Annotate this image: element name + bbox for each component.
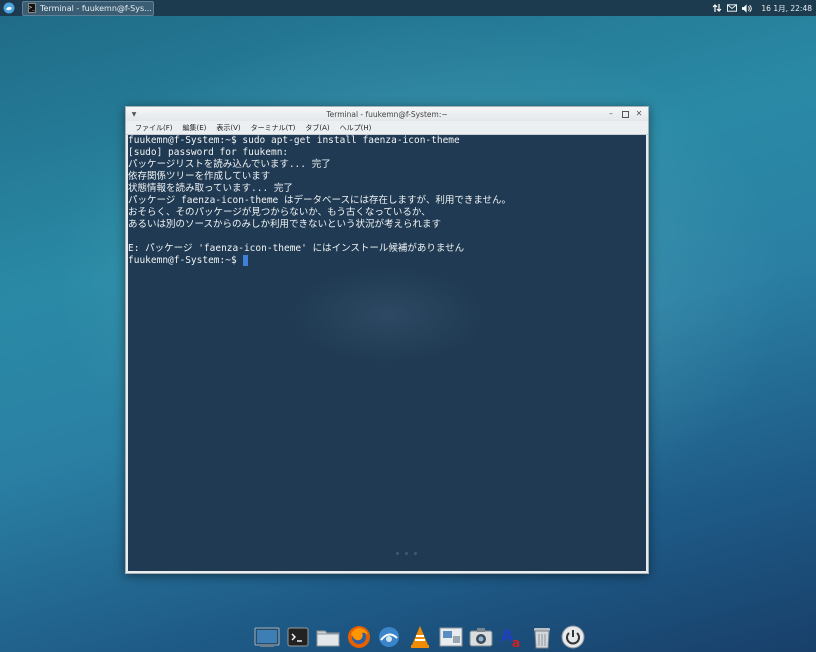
- network-arrows-icon[interactable]: [712, 3, 722, 13]
- firefox-icon[interactable]: [346, 624, 372, 650]
- terminal-line: パッケージ faenza-icon-theme はデータベースには存在しますが、…: [128, 195, 512, 206]
- terminal-line: 状態情報を読み取っています... 完了: [128, 183, 293, 194]
- terminal-cursor: [243, 255, 249, 266]
- whisker-menu-icon[interactable]: [2, 1, 16, 15]
- maximize-icon[interactable]: [620, 109, 630, 119]
- text-editor-icon[interactable]: Aa: [499, 624, 525, 650]
- file-manager-icon[interactable]: [315, 624, 341, 650]
- taskbar-terminal-label: Terminal - fuukemn@f-Sys...: [40, 3, 152, 13]
- network-icon[interactable]: [376, 624, 402, 650]
- minimize-icon[interactable]: –: [606, 109, 616, 119]
- close-icon[interactable]: ✕: [634, 109, 644, 119]
- menu-view[interactable]: 表示(V): [211, 123, 245, 133]
- dock: Aa: [250, 621, 590, 652]
- terminal-line: E: パッケージ 'faenza-icon-theme' にはインストール候補が…: [128, 243, 465, 254]
- clock[interactable]: 16 1月, 22:48: [761, 3, 812, 14]
- top-panel: >_ Terminal - fuukemn@f-Sys... 16 1月, 22…: [0, 0, 816, 16]
- volume-icon[interactable]: [742, 3, 753, 13]
- terminal-icon[interactable]: [285, 624, 311, 650]
- terminal-line: おそらく、そのパッケージが見つからないか、もう古くなっているか、: [128, 207, 431, 218]
- screenshot-icon[interactable]: [468, 624, 494, 650]
- vlc-icon[interactable]: [407, 624, 433, 650]
- menubar: ファイル(F) 編集(E) 表示(V) ターミナル(T) タブ(A) ヘルプ(H…: [126, 121, 648, 135]
- menu-tabs[interactable]: タブ(A): [300, 123, 334, 133]
- terminal-line: [sudo] password for fuukemn:: [128, 147, 289, 158]
- menu-terminal[interactable]: ターミナル(T): [246, 123, 301, 133]
- terminal-output[interactable]: fuukemn@f-System:~$ sudo apt-get install…: [128, 135, 646, 571]
- window-titlebar[interactable]: ▼ Terminal - fuukemn@f-System:~ – ✕: [126, 107, 648, 121]
- terminal-line: fuukemn@f-System:~$ sudo apt-get install…: [128, 135, 460, 146]
- terminal-line: あるいは別のソースからのみしか利用できないという状況が考えられます: [128, 219, 442, 230]
- show-desktop-icon[interactable]: [254, 624, 280, 650]
- window-title: Terminal - fuukemn@f-System:~: [326, 109, 448, 119]
- terminal-line: パッケージリストを読み込んでいます... 完了: [128, 159, 331, 170]
- mail-icon[interactable]: [727, 3, 738, 13]
- terminal-window[interactable]: ▼ Terminal - fuukemn@f-System:~ – ✕ ファイル…: [125, 106, 649, 574]
- image-viewer-icon[interactable]: [438, 624, 464, 650]
- system-tray: 16 1月, 22:48: [712, 3, 816, 14]
- svg-text:a: a: [512, 636, 520, 649]
- terminal-watermark-dots: [396, 552, 417, 555]
- menu-help[interactable]: ヘルプ(H): [335, 123, 377, 133]
- terminal-line: 依存関係ツリーを作成しています: [128, 171, 271, 182]
- taskbar-terminal-button[interactable]: >_ Terminal - fuukemn@f-Sys...: [22, 0, 154, 16]
- terminal-prompt-line: fuukemn@f-System:~$: [128, 255, 646, 267]
- terminal-icon: >_: [28, 3, 37, 13]
- menu-file[interactable]: ファイル(F): [130, 123, 178, 133]
- menu-edit[interactable]: 編集(E): [178, 123, 212, 133]
- terminal-prompt: fuukemn@f-System:~$: [128, 255, 243, 266]
- power-icon[interactable]: [560, 624, 586, 650]
- window-menu-icon[interactable]: ▼: [129, 109, 139, 119]
- trash-icon[interactable]: [529, 624, 555, 650]
